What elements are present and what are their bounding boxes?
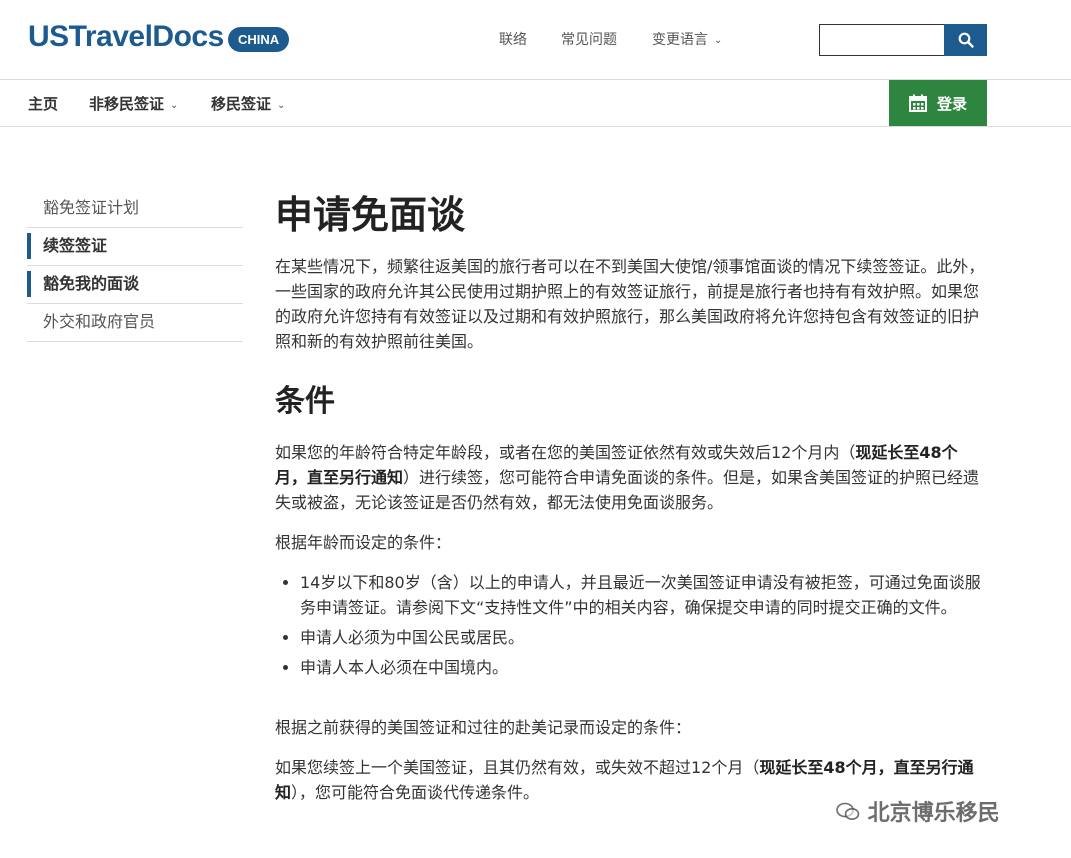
search-button[interactable]	[944, 24, 987, 56]
nav-nonimmigrant-visa[interactable]: 非移民签证 ⌄	[89, 93, 178, 114]
login-button[interactable]: 登录	[889, 80, 987, 126]
sidebar: 豁免签证计划 续签签证 豁免我的面谈 外交和政府官员	[27, 190, 243, 342]
nav-home-label: 主页	[28, 95, 59, 113]
sidebar-item-diplomats[interactable]: 外交和政府官员	[27, 304, 243, 342]
nav-nonimmigrant-label: 非移民签证	[89, 95, 165, 113]
calendar-icon	[908, 94, 927, 112]
page-title: 申请免面谈	[275, 193, 466, 237]
watermark: 北京博乐移民	[836, 795, 1000, 827]
login-label: 登录	[936, 94, 967, 113]
country-badge: CHINA	[228, 27, 290, 52]
watermark-text: 北京博乐移民	[867, 801, 1000, 826]
top-header: USTravelDocs CHINA 联络 常见问题 变更语言 ⌄	[0, 0, 1071, 80]
language-link-label: 变更语言	[652, 32, 708, 48]
wechat-icon	[836, 802, 860, 820]
nav-immigrant-visa[interactable]: 移民签证 ⌄	[211, 93, 285, 114]
intro-paragraph: 在某些情况下，频繁往返美国的旅行者可以在不到美国大使馆/领事馆面谈的情况下续签签…	[275, 257, 985, 351]
nav-home[interactable]: 主页	[28, 93, 58, 114]
sidebar-item-interview-waiver[interactable]: 豁免我的面谈	[27, 266, 243, 304]
prior-visa-text-1: 如果您续签上一个美国签证，且其仍然有效，或失效不超过12个月（	[275, 758, 760, 777]
chevron-down-icon: ⌄	[277, 100, 286, 111]
conditions-text-1: 如果您的年龄符合特定年龄段，或者在您的美国签证依然有效或失效后12个月内（	[275, 443, 856, 462]
prior-visa-text-2: ），您可能符合免面谈代传递条件。	[291, 783, 540, 802]
faq-link[interactable]: 常见问题	[561, 29, 617, 49]
list-item: 申请人必须为中国公民或居民。	[300, 625, 985, 650]
age-conditions-label: 根据年龄而设定的条件：	[275, 533, 452, 552]
language-link[interactable]: 变更语言 ⌄	[652, 29, 722, 49]
chevron-down-icon: ⌄	[714, 35, 723, 46]
search-icon	[958, 32, 974, 48]
age-conditions-list: 14岁以下和80岁（含）以上的申请人，并且最近一次美国签证申请没有被拒签，可通过…	[300, 570, 985, 680]
nav-immigrant-label: 移民签证	[211, 95, 272, 113]
chevron-down-icon: ⌄	[170, 100, 179, 111]
list-item: 14岁以下和80岁（含）以上的申请人，并且最近一次美国签证申请没有被拒签，可通过…	[300, 570, 985, 620]
site-logo[interactable]: USTravelDocs	[28, 20, 224, 54]
list-item: 申请人本人必须在中国境内。	[300, 655, 985, 680]
main-content: 申请免面谈 在某些情况下，频繁往返美国的旅行者可以在不到美国大使馆/领事馆面谈的…	[275, 190, 985, 820]
search-input[interactable]	[819, 24, 945, 56]
contact-link[interactable]: 联络	[499, 29, 527, 49]
sidebar-item-visa-waiver[interactable]: 豁免签证计划	[27, 190, 243, 228]
sidebar-item-renew-visa[interactable]: 续签签证	[27, 228, 243, 266]
conditions-paragraph: 如果您的年龄符合特定年龄段，或者在您的美国签证依然有效或失效后12个月内（现延长…	[275, 440, 985, 515]
conditions-heading: 条件	[275, 384, 335, 419]
prior-visa-label: 根据之前获得的美国签证和过往的赴美记录而设定的条件：	[275, 718, 692, 737]
